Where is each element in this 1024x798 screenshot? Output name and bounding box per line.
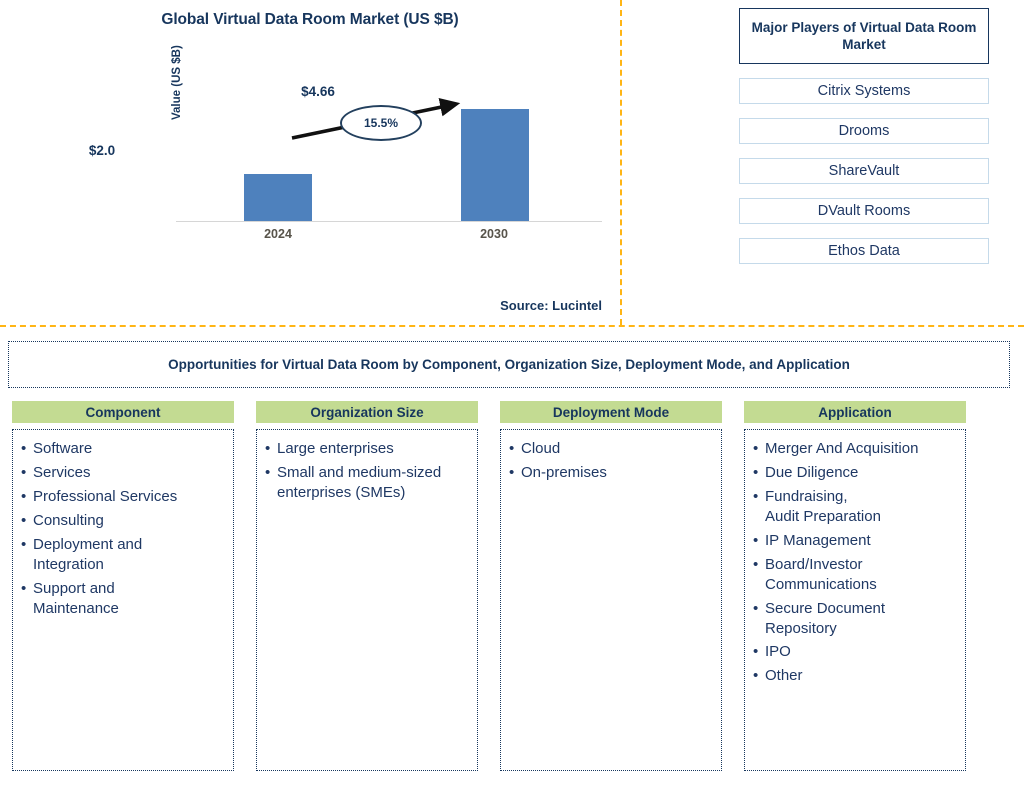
segment-item: Secure Document Repository bbox=[753, 599, 959, 639]
bar-value-2024: $2.0 bbox=[88, 143, 116, 158]
segment-item: Professional Services bbox=[21, 487, 227, 507]
major-players-panel: Major Players of Virtual Data Room Marke… bbox=[739, 8, 989, 264]
horizontal-divider bbox=[0, 325, 1024, 327]
segment-column-component: Component Software Services Professional S… bbox=[12, 401, 234, 771]
segment-item: IPO bbox=[753, 642, 959, 662]
segment-item: Cloud bbox=[509, 439, 715, 459]
segment-item: Small and medium-sized enterprises (SMEs… bbox=[265, 463, 471, 503]
segment-item: Other bbox=[753, 666, 959, 686]
segment-item: On-premises bbox=[509, 463, 715, 483]
segment-column-deployment-mode: Deployment Mode Cloud On-premises bbox=[500, 401, 722, 771]
segment-item: Deployment and Integration bbox=[21, 535, 227, 575]
segment-header: Deployment Mode bbox=[500, 401, 722, 423]
cagr-bubble: 15.5% bbox=[340, 105, 422, 141]
segment-item: Due Diligence bbox=[753, 463, 959, 483]
market-chart-panel: Global Virtual Data Room Market (US $B) … bbox=[0, 0, 620, 325]
player-item[interactable]: Citrix Systems bbox=[739, 78, 989, 104]
x-tick-2030: 2030 bbox=[480, 227, 508, 241]
segment-item: Support and Maintenance bbox=[21, 579, 227, 619]
segment-item: Board/Investor Communications bbox=[753, 555, 959, 595]
segment-item: Software bbox=[21, 439, 227, 459]
segment-column-application: Application Merger And Acquisition Due Di… bbox=[744, 401, 966, 771]
segment-list: Cloud On-premises bbox=[500, 429, 722, 771]
segment-item: Fundraising, Audit Preparation bbox=[753, 487, 959, 527]
source-label: Source: Lucintel bbox=[500, 298, 602, 313]
player-item[interactable]: Ethos Data bbox=[739, 238, 989, 264]
vertical-divider bbox=[620, 0, 622, 325]
player-item[interactable]: Drooms bbox=[739, 118, 989, 144]
major-players-header: Major Players of Virtual Data Room Marke… bbox=[739, 8, 989, 64]
player-item[interactable]: ShareVault bbox=[739, 158, 989, 184]
cagr-value: 15.5% bbox=[363, 116, 399, 130]
bar-2024 bbox=[244, 174, 312, 222]
segment-item: IP Management bbox=[753, 531, 959, 551]
segment-item: Consulting bbox=[21, 511, 227, 531]
segment-item: Services bbox=[21, 463, 227, 483]
chart-title: Global Virtual Data Room Market (US $B) bbox=[161, 11, 459, 28]
segment-header: Application bbox=[744, 401, 966, 423]
segment-header: Organization Size bbox=[256, 401, 478, 423]
x-tick-2024: 2024 bbox=[264, 227, 292, 241]
opportunities-banner: Opportunities for Virtual Data Room by C… bbox=[8, 341, 1010, 388]
segment-item: Merger And Acquisition bbox=[753, 439, 959, 459]
segment-list: Merger And Acquisition Due Diligence Fundr… bbox=[744, 429, 966, 771]
segment-header: Component bbox=[12, 401, 234, 423]
segment-item: Large enterprises bbox=[265, 439, 471, 459]
segment-column-organization-size: Organization Size Large enterprises Small… bbox=[256, 401, 478, 771]
segment-columns: Component Software Services Professional S… bbox=[12, 401, 1012, 771]
player-item[interactable]: DVault Rooms bbox=[739, 198, 989, 224]
segment-list: Software Services Professional Services Con… bbox=[12, 429, 234, 771]
segment-list: Large enterprises Small and medium-sized … bbox=[256, 429, 478, 771]
x-axis-line bbox=[176, 221, 602, 222]
